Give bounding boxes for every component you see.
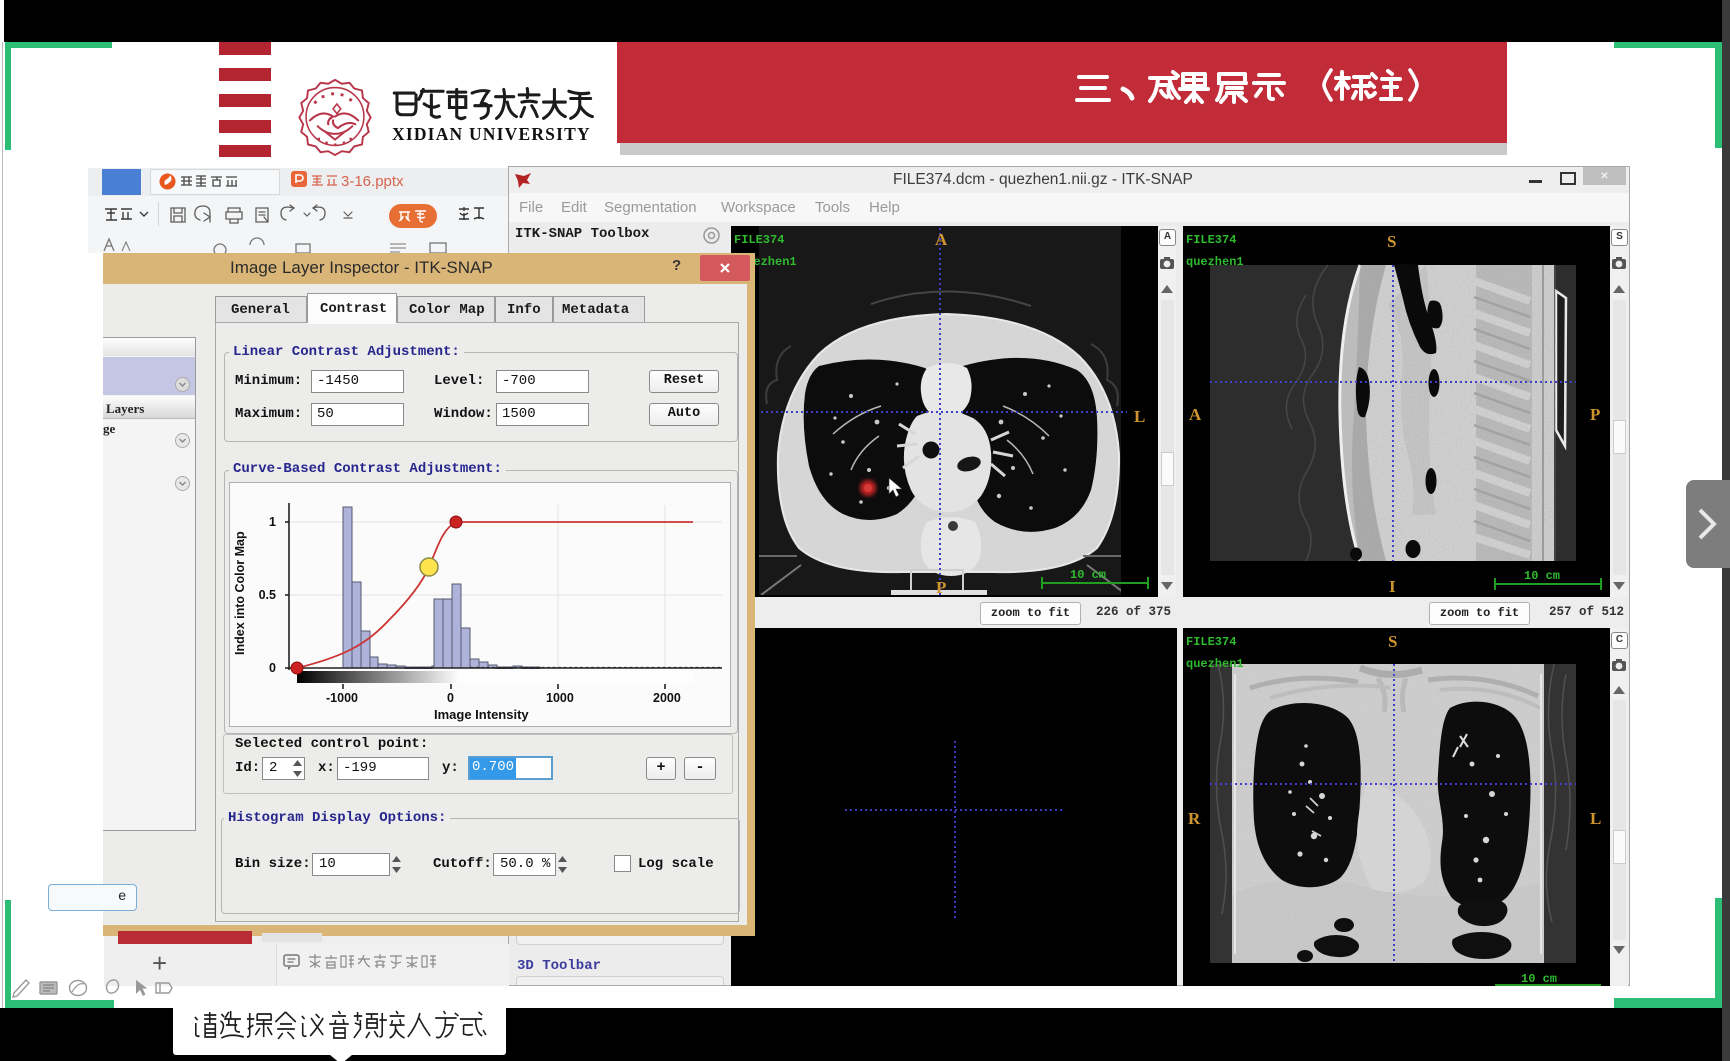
svg-text:quezhen1: quezhen1 bbox=[1186, 255, 1244, 269]
svg-text:10 cm: 10 cm bbox=[1524, 569, 1560, 583]
svg-text:FILE374: FILE374 bbox=[734, 233, 784, 247]
svg-text:1000: 1000 bbox=[546, 691, 574, 705]
svg-text:0: 0 bbox=[269, 661, 276, 675]
svg-text:A: A bbox=[935, 230, 948, 249]
svg-text:S: S bbox=[1388, 632, 1397, 651]
svg-text:S: S bbox=[1387, 232, 1396, 251]
svg-text:FILE374: FILE374 bbox=[1186, 635, 1236, 649]
svg-text:L: L bbox=[1590, 809, 1601, 828]
svg-text:Image Intensity: Image Intensity bbox=[434, 707, 529, 722]
svg-text:P: P bbox=[1590, 405, 1600, 424]
svg-text:L: L bbox=[1134, 407, 1145, 426]
svg-text:0: 0 bbox=[447, 691, 454, 705]
svg-text:10 cm: 10 cm bbox=[1070, 568, 1106, 582]
svg-text:P: P bbox=[936, 578, 946, 597]
svg-text:Index into Color Map: Index into Color Map bbox=[233, 531, 247, 655]
svg-text:1: 1 bbox=[269, 515, 276, 529]
svg-text:0.5: 0.5 bbox=[259, 588, 276, 602]
svg-text:quezhen1: quezhen1 bbox=[1186, 657, 1244, 671]
svg-text:A: A bbox=[1189, 405, 1202, 424]
svg-text:10 cm: 10 cm bbox=[1521, 972, 1557, 986]
svg-text:R: R bbox=[1188, 809, 1201, 828]
svg-text:2000: 2000 bbox=[653, 691, 681, 705]
svg-text:-1000: -1000 bbox=[326, 691, 358, 705]
svg-text:FILE374: FILE374 bbox=[1186, 233, 1236, 247]
svg-text:I: I bbox=[1389, 577, 1396, 596]
